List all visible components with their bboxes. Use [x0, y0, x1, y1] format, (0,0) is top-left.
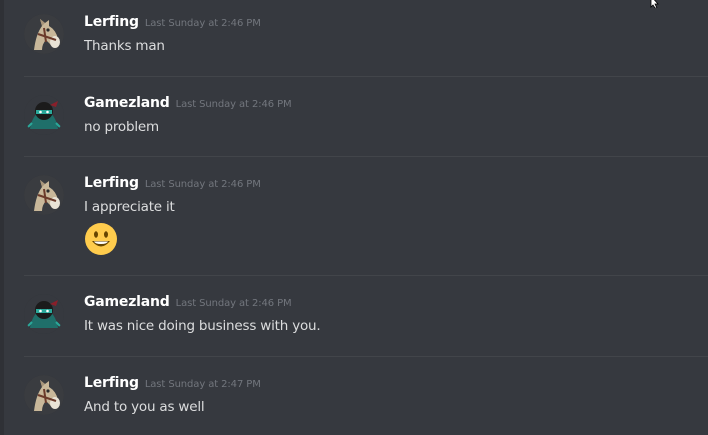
message-text: I appreciate it — [84, 199, 175, 215]
message-text: no problem — [84, 119, 159, 135]
ninja-avatar-icon — [24, 294, 64, 334]
message-divider — [24, 275, 708, 276]
timestamp: Last Sunday at 2:47 PM — [144, 379, 261, 390]
message-text: Thanks man — [84, 38, 165, 54]
horse-avatar-icon — [24, 175, 64, 215]
message-text: It was nice doing business with you. — [84, 318, 321, 334]
user-avatar[interactable] — [24, 175, 64, 215]
message-divider — [24, 76, 708, 77]
channel-edge — [0, 0, 4, 435]
horse-avatar-icon — [24, 375, 64, 415]
username[interactable]: Gamezland — [84, 294, 170, 310]
cursor-icon — [650, 0, 659, 8]
username[interactable]: Lerfing — [84, 175, 139, 191]
timestamp: Last Sunday at 2:46 PM — [175, 298, 292, 309]
timestamp: Last Sunday at 2:46 PM — [144, 179, 261, 190]
message-divider — [24, 356, 708, 357]
user-avatar[interactable] — [24, 14, 64, 54]
ninja-avatar-icon — [24, 95, 64, 135]
user-avatar[interactable] — [24, 95, 64, 135]
horse-avatar-icon — [24, 14, 64, 54]
user-avatar[interactable] — [24, 375, 64, 415]
username[interactable]: Gamezland — [84, 95, 170, 111]
timestamp: Last Sunday at 2:46 PM — [144, 18, 261, 29]
timestamp: Last Sunday at 2:46 PM — [175, 99, 292, 110]
message-divider — [24, 156, 708, 157]
message-text: And to you as well — [84, 399, 205, 415]
username[interactable]: Lerfing — [84, 14, 139, 30]
smiley-emoji[interactable] — [84, 222, 118, 256]
user-avatar[interactable] — [24, 294, 64, 334]
username[interactable]: Lerfing — [84, 375, 139, 391]
